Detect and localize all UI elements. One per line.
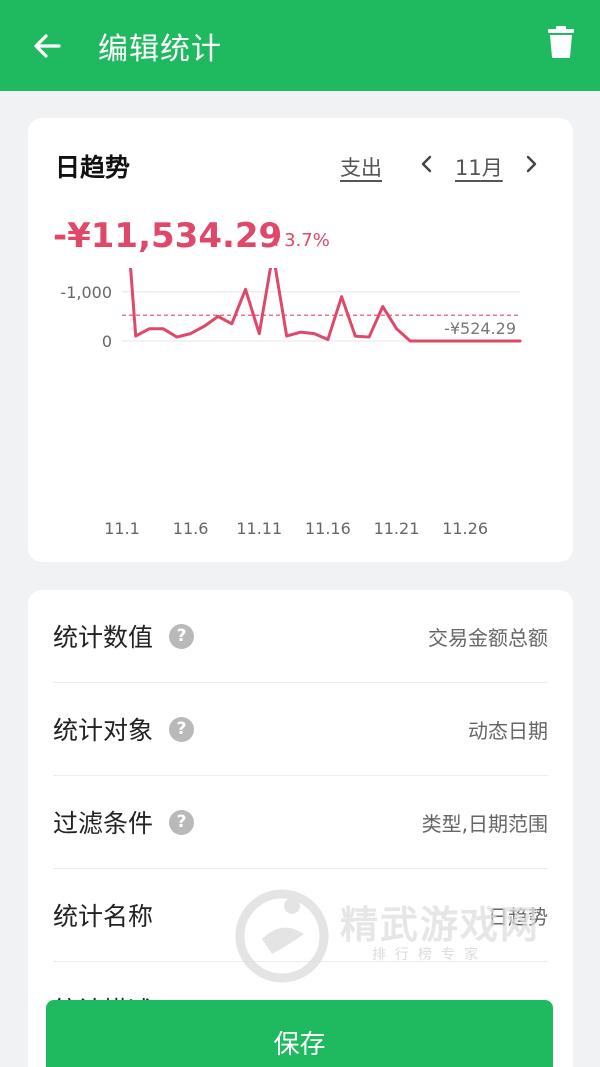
row-value: 动态日期 <box>468 718 548 743</box>
trash-icon <box>548 26 574 58</box>
watermark-subtext: 排行榜专家 <box>372 947 487 963</box>
x-tick-label: 11.16 <box>305 519 351 538</box>
x-tick-label: 11.1 <box>104 519 140 538</box>
y-tick-label: -1,000 <box>60 283 112 302</box>
x-tick-label: 11.21 <box>374 519 420 538</box>
average-label: -¥524.29 <box>444 319 516 338</box>
chevron-right-icon <box>526 155 537 173</box>
chevron-left-icon <box>421 155 432 173</box>
next-month-button[interactable] <box>519 148 545 180</box>
row-label: 统计对象 <box>53 716 154 745</box>
chart-title: 日趋势 <box>55 153 131 182</box>
help-icon[interactable]: ? <box>169 809 195 835</box>
row-value: 交易金额总额 <box>428 625 548 650</box>
chart-card: 日趋势 支出 11月 -¥11,534.29 ↑3.7% 0-1,000-2,0… <box>28 118 573 562</box>
row-label: 过滤条件 <box>53 809 154 838</box>
type-selector[interactable]: 支出 <box>340 152 382 182</box>
prev-month-button[interactable] <box>413 148 439 180</box>
change-percentage: ↑3.7% <box>269 230 330 251</box>
row-label: 统计数值 <box>53 623 154 652</box>
watermark: 精武游戏网 排行榜专家 <box>232 884 572 984</box>
row-value: 类型,日期范围 <box>421 811 548 836</box>
back-button[interactable] <box>22 21 72 71</box>
help-icon[interactable]: ? <box>169 623 195 649</box>
app-bar: 编辑统计 <box>0 0 600 91</box>
watermark-text: 精武游戏网 <box>340 903 541 947</box>
settings-row-stat-value[interactable]: 统计数值 ? 交易金额总额 <box>53 590 548 683</box>
total-amount: -¥11,534.29 <box>53 216 283 256</box>
settings-row-stat-object[interactable]: 统计对象 ? 动态日期 <box>53 683 548 776</box>
save-button[interactable]: 保存 <box>46 1000 553 1067</box>
settings-card: 统计数值 ? 交易金额总额 统计对象 ? 动态日期 过滤条件 ? 类型,日期范围… <box>28 590 573 1067</box>
x-tick-label: 11.11 <box>236 519 282 538</box>
x-tick-label: 11.6 <box>173 519 209 538</box>
daily-trend-chart: 0-1,000-2,000-3,000-4,00011.111.611.1111… <box>60 268 522 538</box>
arrow-left-icon <box>34 33 61 58</box>
page-title: 编辑统计 <box>98 31 222 67</box>
x-tick-label: 11.26 <box>442 519 488 538</box>
month-selector[interactable]: 11月 <box>455 152 503 182</box>
watermark-logo-icon <box>235 889 329 983</box>
row-label: 统计名称 <box>53 902 154 931</box>
help-icon[interactable]: ? <box>169 716 195 742</box>
delete-button[interactable] <box>544 20 578 64</box>
settings-row-filter[interactable]: 过滤条件 ? 类型,日期范围 <box>53 776 548 869</box>
y-tick-label: 0 <box>102 332 112 351</box>
